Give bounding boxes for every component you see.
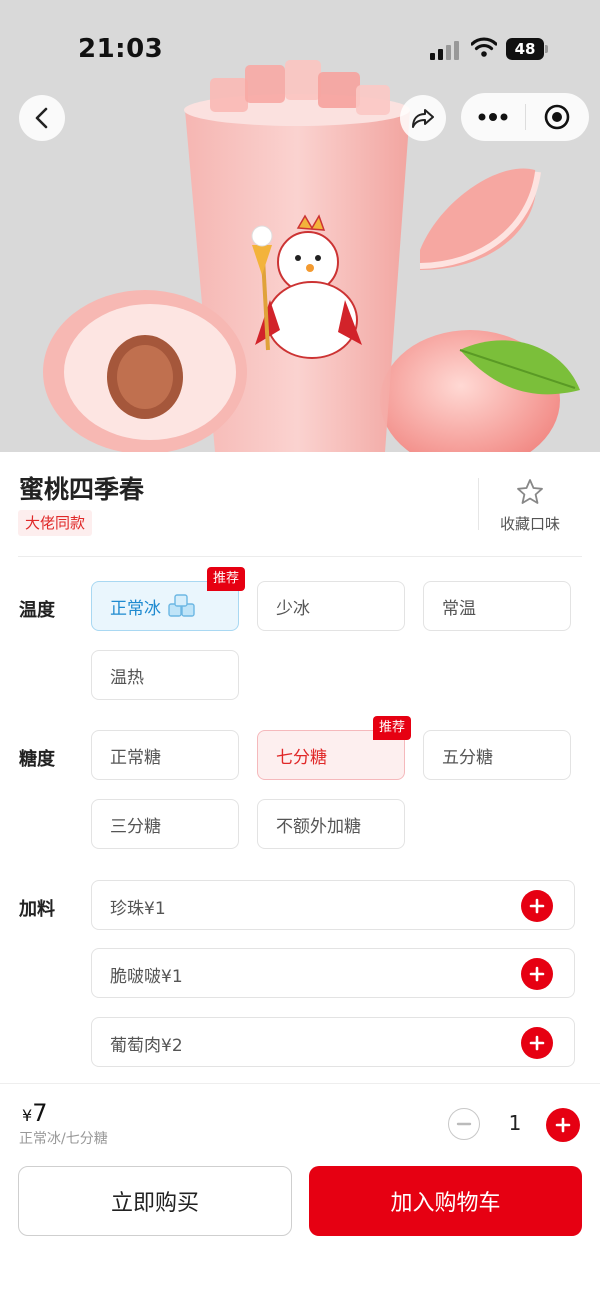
- add-to-cart-button[interactable]: 加入购物车: [309, 1166, 582, 1236]
- add-topping-button[interactable]: [521, 958, 553, 990]
- option-label: 常温: [442, 598, 476, 619]
- option-50-sugar[interactable]: 五分糖: [423, 730, 571, 780]
- topping-item-popping-boba: 脆啵啵¥1: [91, 948, 575, 998]
- option-label: 正常冰: [110, 598, 161, 619]
- topping-label: 葡萄肉¥2: [110, 1036, 183, 1056]
- topping-label: 脆啵啵¥1: [110, 967, 183, 987]
- cellular-signal-icon: [430, 40, 462, 60]
- back-button[interactable]: [19, 95, 65, 141]
- topping-item-pearl: 珍珠¥1: [91, 880, 575, 930]
- option-no-added-sugar[interactable]: 不额外加糖: [257, 799, 405, 849]
- divider: [18, 556, 582, 557]
- status-time: 21:03: [78, 34, 164, 64]
- option-normal-sugar[interactable]: 正常糖: [91, 730, 239, 780]
- plus-icon: [529, 966, 545, 982]
- favorite-label: 收藏口味: [499, 515, 560, 533]
- product-hero-image: 21:03 48: [0, 0, 600, 452]
- close-miniprogram-button[interactable]: [526, 93, 590, 141]
- favorite-button[interactable]: 收藏口味: [492, 478, 568, 534]
- option-warm[interactable]: 温热: [91, 650, 239, 700]
- add-topping-button[interactable]: [521, 1027, 553, 1059]
- more-dots-icon: [478, 113, 508, 121]
- buy-now-button[interactable]: 立即购买: [18, 1166, 292, 1236]
- footer-divider: [0, 1083, 600, 1084]
- option-room-temp[interactable]: 常温: [423, 581, 571, 631]
- quantity-value: 1: [508, 1111, 522, 1135]
- selection-summary: 正常冰/七分糖: [19, 1131, 108, 1147]
- product-tag: 大佬同款: [18, 510, 93, 536]
- recommend-badge: 推荐: [372, 716, 411, 740]
- option-label: 少冰: [276, 598, 310, 619]
- topping-label: 珍珠¥1: [110, 899, 166, 919]
- price-value: 7: [32, 1099, 48, 1127]
- star-icon: [517, 479, 543, 504]
- wifi-icon: [471, 37, 497, 57]
- option-label: 温热: [110, 667, 144, 688]
- option-70-sugar[interactable]: 七分糖 推荐: [257, 716, 411, 780]
- target-circle-icon: [544, 104, 570, 130]
- option-30-sugar[interactable]: 三分糖: [91, 799, 239, 849]
- option-label: 三分糖: [110, 816, 161, 837]
- plus-icon: [555, 1117, 571, 1133]
- plus-icon: [529, 1035, 545, 1051]
- battery-icon: 48: [506, 38, 548, 60]
- option-normal-ice[interactable]: 正常冰 推荐: [91, 567, 245, 631]
- more-button[interactable]: [461, 93, 525, 141]
- ice-cube-icon: [168, 594, 195, 617]
- status-bar: 21:03 48: [0, 0, 600, 90]
- topping-item-grape: 葡萄肉¥2: [91, 1017, 575, 1067]
- option-label: 七分糖: [276, 747, 327, 768]
- toppings-label: 加料: [19, 899, 55, 920]
- sugar-label: 糖度: [19, 749, 55, 770]
- chevron-left-icon: [35, 107, 48, 129]
- product-name: 蜜桃四季春: [19, 475, 145, 504]
- minus-icon: [456, 1122, 472, 1126]
- add-topping-button[interactable]: [521, 890, 553, 922]
- recommend-badge: 推荐: [206, 567, 245, 591]
- decrease-quantity-button[interactable]: [448, 1108, 480, 1140]
- increase-quantity-button[interactable]: [546, 1108, 580, 1142]
- option-label: 不额外加糖: [276, 816, 361, 837]
- miniprogram-capsule: [461, 93, 589, 141]
- total-price: ¥7: [22, 1099, 47, 1127]
- plus-icon: [529, 898, 545, 914]
- option-label: 正常糖: [110, 747, 161, 768]
- divider: [478, 478, 479, 530]
- currency-symbol: ¥: [22, 1106, 33, 1125]
- temperature-label: 温度: [19, 600, 55, 621]
- share-button[interactable]: [400, 95, 446, 141]
- option-less-ice[interactable]: 少冰: [257, 581, 405, 631]
- share-icon: [412, 109, 434, 128]
- option-label: 五分糖: [442, 747, 493, 768]
